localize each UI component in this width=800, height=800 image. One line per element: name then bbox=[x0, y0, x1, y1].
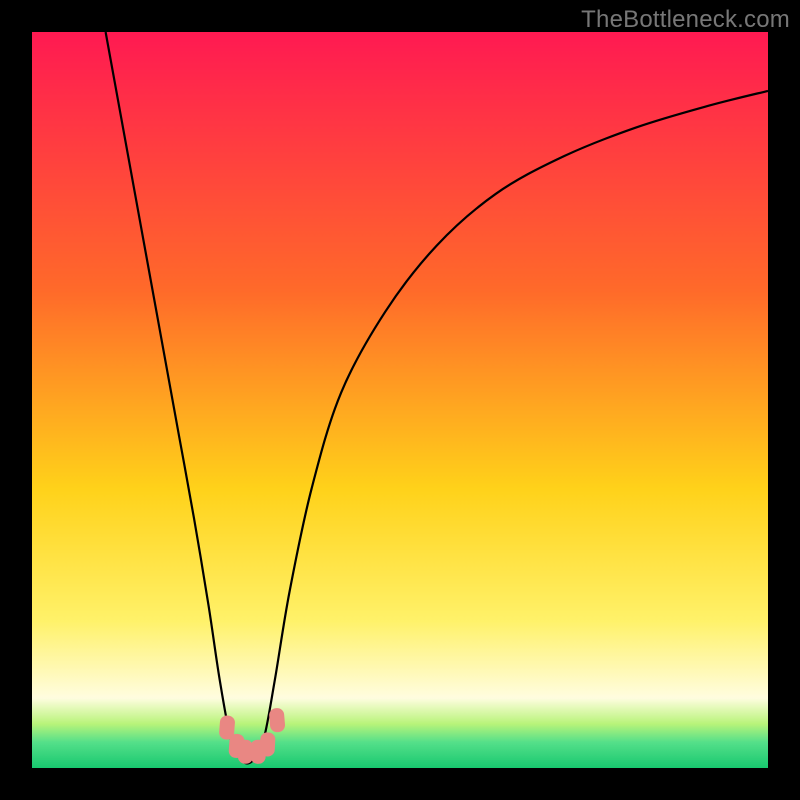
curve-group bbox=[106, 32, 768, 763]
chart-overlay bbox=[32, 32, 768, 768]
bottleneck-curve bbox=[106, 32, 768, 763]
watermark-text: TheBottleneck.com bbox=[581, 6, 790, 34]
marker-group bbox=[219, 708, 286, 764]
trough-marker bbox=[269, 708, 286, 733]
trough-marker bbox=[259, 732, 275, 757]
